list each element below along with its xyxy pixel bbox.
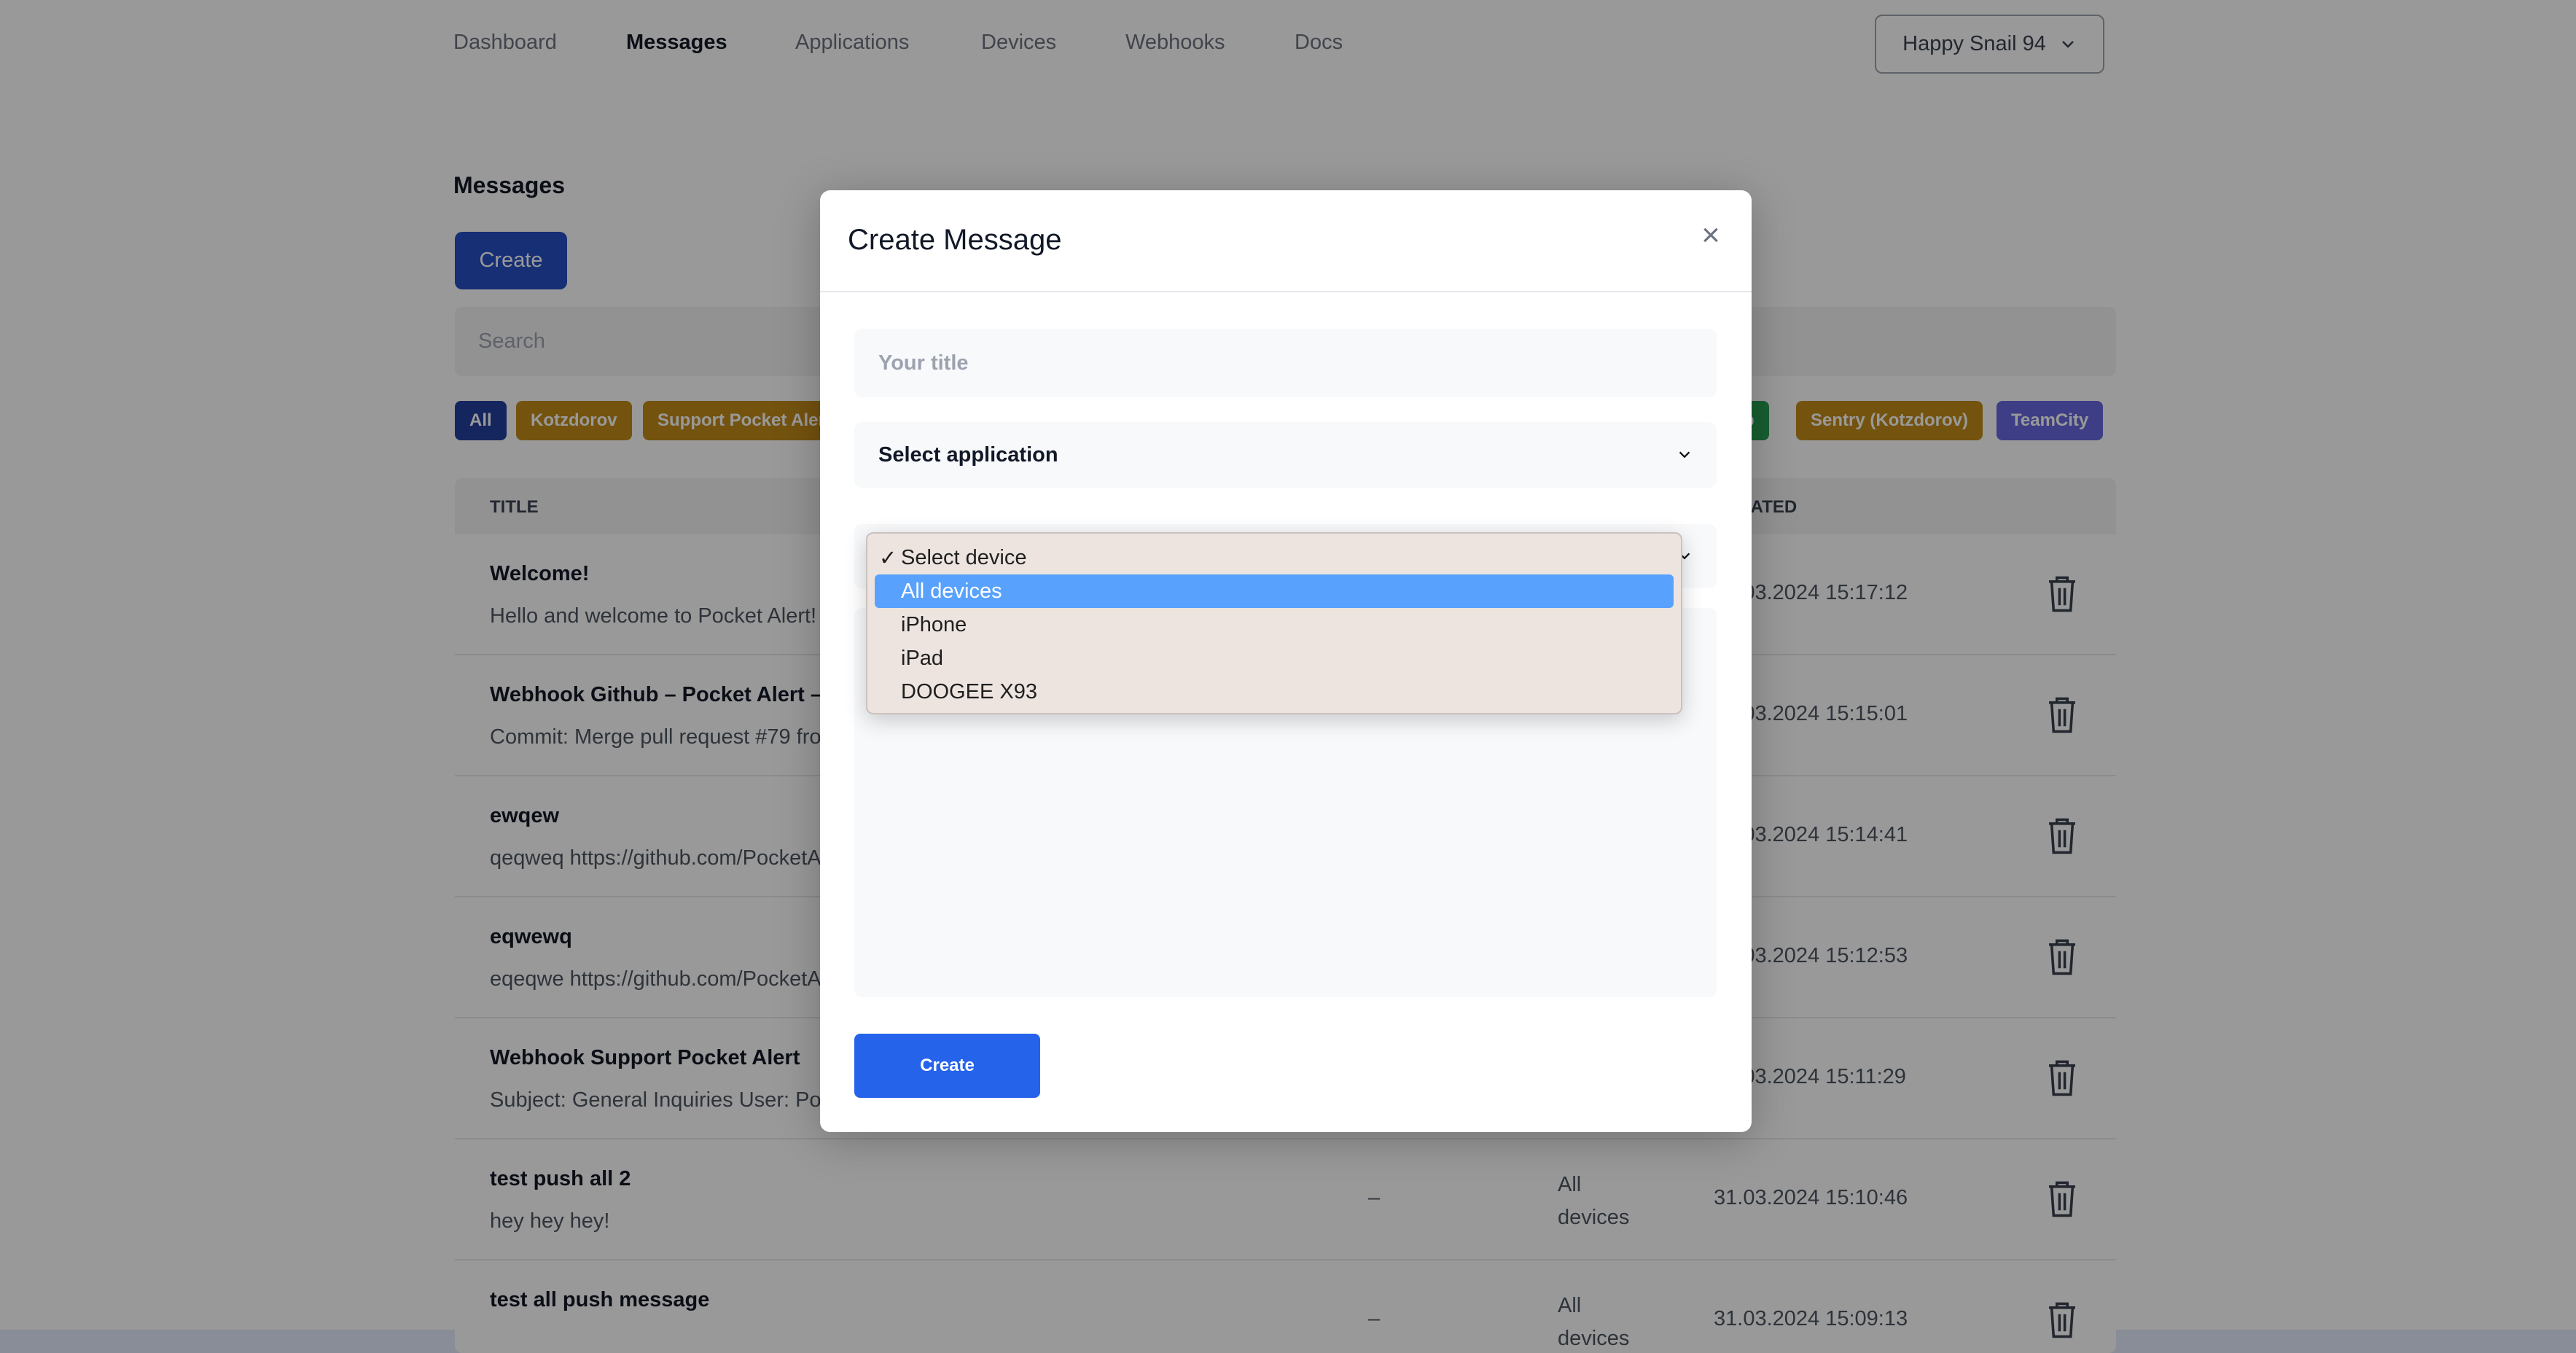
row-body: Subject: General Inquiries User: Po [490, 1088, 821, 1112]
row-title: Webhook Github – Pocket Alert – F [490, 683, 841, 706]
device-option-select-device[interactable]: ✓ Select device [875, 541, 1674, 574]
nav-docs[interactable]: Docs [1295, 31, 1343, 55]
row-title: test all push message [490, 1288, 710, 1311]
row-created: 31.03.2024 15:10:46 [1714, 1186, 1908, 1209]
trash-icon[interactable] [2046, 1179, 2078, 1218]
trash-icon[interactable] [2046, 574, 2078, 613]
row-title: Webhook Support Pocket Alert [490, 1046, 800, 1069]
nav-applications[interactable]: Applications [795, 31, 909, 55]
trash-icon[interactable] [2046, 937, 2078, 976]
nav-messages[interactable]: Messages [626, 31, 727, 55]
trash-icon[interactable] [2046, 1300, 2078, 1339]
option-label: Select device [901, 545, 1027, 569]
tag-filter[interactable]: Sentry (Kotzdorov) [1796, 401, 1983, 440]
nav-dashboard[interactable]: Dashboard [453, 31, 557, 55]
checkmark-icon: ✓ [879, 546, 897, 570]
chevron-down-icon [2061, 40, 2074, 48]
row-title: Welcome! [490, 562, 590, 585]
column-title: TITLE [490, 497, 539, 517]
row-body: Hello and welcome to Pocket Alert! [490, 604, 817, 628]
create-button[interactable]: Create [854, 1034, 1040, 1098]
device-option-iphone[interactable]: iPhone [875, 608, 1674, 642]
trash-icon[interactable] [2046, 1058, 2078, 1097]
account-name: Happy Snail 94 [1902, 32, 2046, 55]
application-select-value: Select application [878, 442, 1058, 467]
row-title: ewqew [490, 804, 560, 827]
row-devices: All devices [1558, 1173, 1630, 1229]
device-dropdown-list: ✓ Select device All devices iPhone iPad D… [866, 532, 1682, 714]
title-input[interactable]: Your title [854, 329, 1717, 397]
tag-filter[interactable]: TeamCity [1997, 401, 2104, 440]
tag-filter[interactable]: All [455, 401, 507, 440]
row-devices: All devices [1558, 1294, 1630, 1350]
trash-icon[interactable] [2046, 695, 2078, 734]
device-option-doogee[interactable]: DOOGEE X93 [875, 675, 1674, 709]
row-body: hey hey hey! [490, 1209, 610, 1233]
tag-filter[interactable]: Kotzdorov [516, 401, 632, 440]
row-application: – [1368, 1307, 1381, 1330]
row-created: 31.03.2024 15:09:13 [1714, 1307, 1908, 1330]
close-icon[interactable]: × [1695, 219, 1727, 252]
row-title: eqwewq [490, 925, 572, 948]
trash-icon[interactable] [2046, 816, 2078, 855]
application-select[interactable]: Select application [854, 422, 1717, 488]
account-menu-button[interactable]: Happy Snail 94 [1875, 15, 2104, 74]
table-row[interactable]: test push all 2 hey hey hey! – All devic… [455, 1139, 2116, 1260]
nav-devices[interactable]: Devices [981, 31, 1056, 55]
chevron-down-icon [1679, 451, 1690, 459]
divider [820, 291, 1752, 292]
device-option-ipad[interactable]: iPad [875, 642, 1674, 675]
row-body: qeqweq https://github.com/PocketA [490, 846, 821, 870]
row-application: – [1368, 1186, 1381, 1209]
modal-title: Create Message [848, 224, 1062, 256]
create-message-button[interactable]: Create [455, 232, 567, 289]
row-title: test push all 2 [490, 1167, 631, 1190]
device-option-all-devices[interactable]: All devices [875, 574, 1674, 608]
table-row[interactable]: test all push message – All devices 31.0… [455, 1260, 2116, 1353]
tag-filter[interactable]: Support Pocket Alert [643, 401, 846, 440]
nav-webhooks[interactable]: Webhooks [1125, 31, 1225, 55]
page-title: Messages [453, 172, 565, 198]
row-body: eqeqwe https://github.com/PocketA [490, 967, 821, 991]
row-body: Commit: Merge pull request #79 fro [490, 725, 821, 749]
